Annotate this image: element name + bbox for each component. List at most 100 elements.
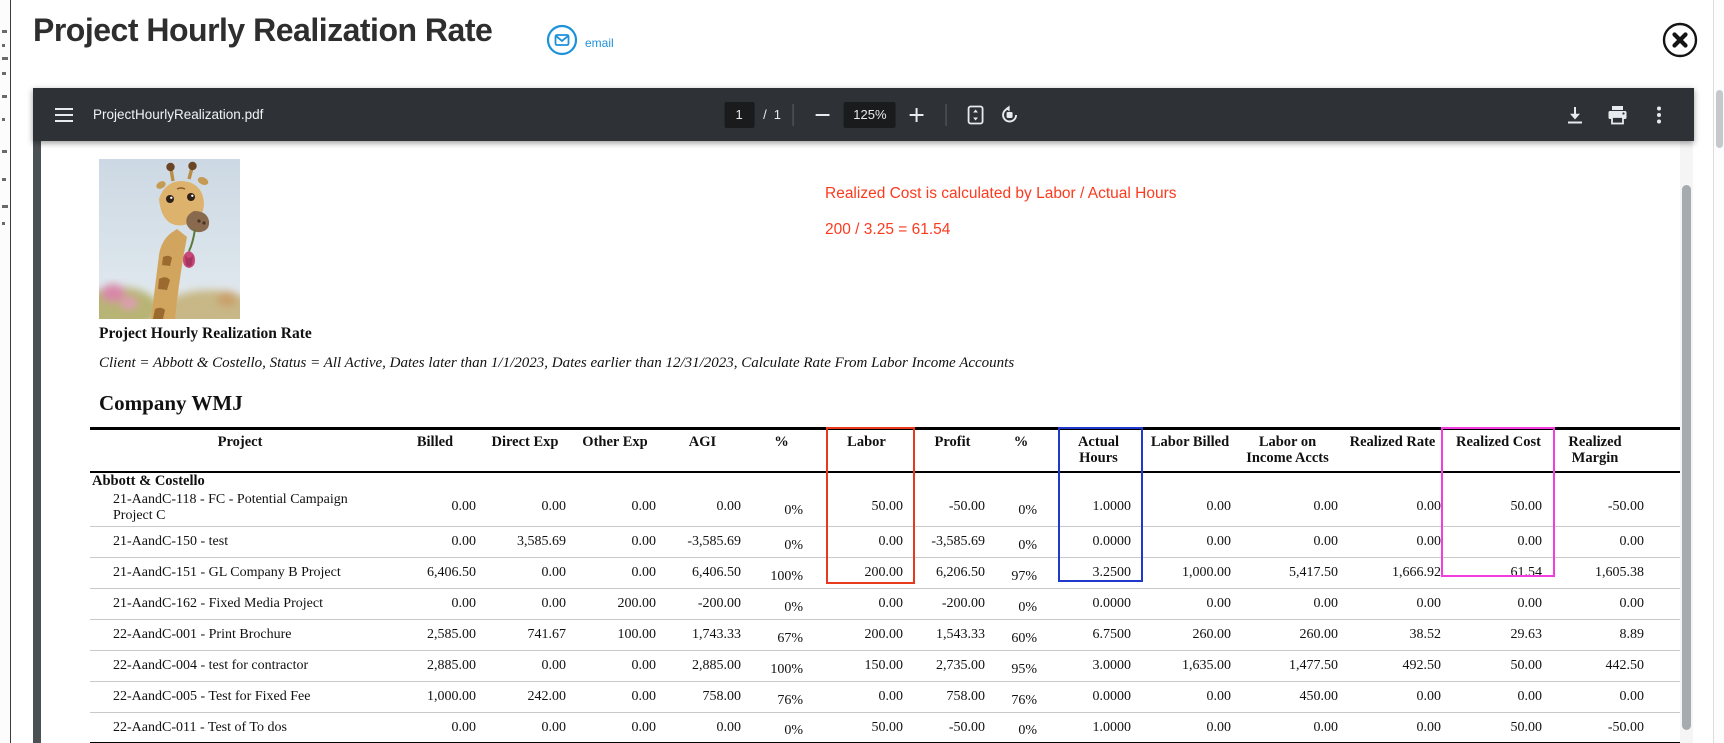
value-cell: 0.00 [1313,719,1339,735]
value-cell: 50.00 [871,719,904,735]
value-cell: 97% [1011,568,1037,584]
value-cell: 3,585.69 [517,534,566,549]
col-header-realized-rate: Realized Rate [1349,434,1436,450]
value-cell: -200.00 [697,596,741,611]
col-header-agi-pct: % [774,434,789,450]
value-cell: 0.00 [631,534,657,549]
value-cell: 6,206.50 [936,565,985,580]
pdf-scrollbar[interactable] [1680,141,1693,743]
value-cell: 0.00 [631,499,657,515]
value-cell: 1,743.33 [692,627,741,642]
print-icon [1608,105,1626,124]
value-cell: 6.7500 [1092,627,1132,642]
table-row: 21-AandC-162 - Fixed Media Project 0.00 0.… [90,589,1680,620]
value-cell: 0% [1018,723,1037,738]
value-cell: -3,585.69 [687,534,741,549]
page-total: 1 [773,107,781,122]
value-cell: 0.00 [631,565,657,580]
project-name-cell: 21-AandC-162 - Fixed Media Project [113,596,323,611]
value-cell: 0.00 [541,719,567,735]
report-filter-line: Client = Abbott & Costello, Status = All… [99,355,1015,371]
value-cell: 1,477.50 [1289,658,1338,673]
value-cell: 1,543.33 [936,627,985,642]
value-cell: 1.0000 [1092,499,1132,515]
page-number-input[interactable]: 1 [724,101,755,128]
value-cell: 0.00 [1619,534,1645,549]
col-header-actual-hours: Actual Hours [1077,434,1120,466]
value-cell: 3.2500 [1092,565,1132,580]
close-button[interactable] [1661,21,1699,59]
value-cell: 2,585.00 [427,627,476,642]
value-cell: 0.00 [1416,719,1442,735]
value-cell: 0% [1018,537,1037,553]
project-name-cell: 21-AandC-151 - GL Company B Project [113,565,341,580]
value-cell: 3.0000 [1092,658,1132,673]
value-cell: 0.00 [1619,689,1645,704]
col-header-project: Project [217,434,263,450]
value-cell: 442.50 [1605,658,1645,673]
value-cell: 150.00 [864,658,904,673]
value-cell: 5,417.50 [1289,565,1338,580]
col-header-labor-on-income-accts: Labor on Income Accts [1246,434,1329,466]
value-cell: -50.00 [1607,499,1644,515]
page-scrollbar-thumb[interactable] [1715,90,1723,148]
print-button[interactable] [1600,98,1634,132]
value-cell: -50.00 [948,499,985,515]
value-cell: 0.00 [1416,596,1442,611]
value-cell: 100.00 [617,627,657,642]
value-cell: 0.00 [541,565,567,580]
project-name-cell: 22-AandC-005 - Test for Fixed Fee [113,689,311,704]
zoom-in-button[interactable] [900,98,934,132]
col-header-profit: Profit [934,434,971,450]
client-group-label: Abbott & Costello [92,472,205,489]
menu-button[interactable] [47,98,81,132]
value-cell: 0.00 [1206,499,1232,515]
value-cell: 0.00 [1619,596,1645,611]
value-cell: 0.00 [451,499,477,515]
zoom-out-button[interactable] [806,98,840,132]
project-name-cell: 21-AandC-118 - FC - Potential Campaign P… [113,491,348,523]
email-button[interactable]: email [546,24,614,61]
value-cell: -50.00 [1607,719,1644,735]
pdf-viewport: Realized Cost is calculated by Labor / A… [33,141,1694,743]
kebab-menu-icon [1657,106,1661,123]
value-cell: 741.67 [527,627,567,642]
value-cell: 100% [770,568,803,584]
value-cell: 242.00 [527,689,567,704]
project-name-cell: 21-AandC-150 - test [113,534,229,549]
value-cell: 0% [784,723,803,738]
rotate-button[interactable] [993,98,1027,132]
fit-to-page-button[interactable] [959,98,993,132]
page-scrollbar[interactable] [1713,0,1724,743]
value-cell: 0% [784,537,803,553]
value-cell: 0.00 [1313,499,1339,515]
value-cell: 0.00 [541,658,567,673]
value-cell: 0.00 [1416,499,1442,515]
value-cell: -50.00 [948,719,985,735]
toolbar-divider [945,103,947,126]
value-cell: 0.00 [541,499,567,515]
pdf-filename: ProjectHourlyRealization.pdf [93,107,264,122]
page: Project Hourly Realization Rate email Pr… [0,0,1724,743]
col-header-other-exp: Other Exp [582,434,648,450]
table-row: 21-AandC-118 - FC - Potential Campaign P… [90,489,1680,527]
value-cell: 29.63 [1510,627,1543,642]
email-label: email [585,35,614,50]
value-cell: 1,000.00 [427,689,476,704]
pdf-page: Realized Cost is calculated by Labor / A… [41,141,1694,743]
value-cell: 8.89 [1619,627,1645,642]
giraffe-with-tulip-photo [79,159,259,338]
value-cell: 1,000.00 [1182,565,1231,580]
zoom-level[interactable]: 125% [843,101,896,128]
more-options-button[interactable] [1642,98,1676,132]
value-cell: 758.00 [702,689,742,704]
pdf-scrollbar-thumb[interactable] [1682,185,1691,730]
value-cell: 0.00 [631,689,657,704]
hamburger-icon [55,107,73,122]
value-cell: 0.00 [1313,596,1339,611]
value-cell: 0.00 [1517,596,1543,611]
download-button[interactable] [1558,98,1592,132]
value-cell: 0% [784,599,803,615]
col-header-realized-cost: Realized Cost [1456,434,1541,450]
col-header-direct-exp: Direct Exp [491,434,559,450]
